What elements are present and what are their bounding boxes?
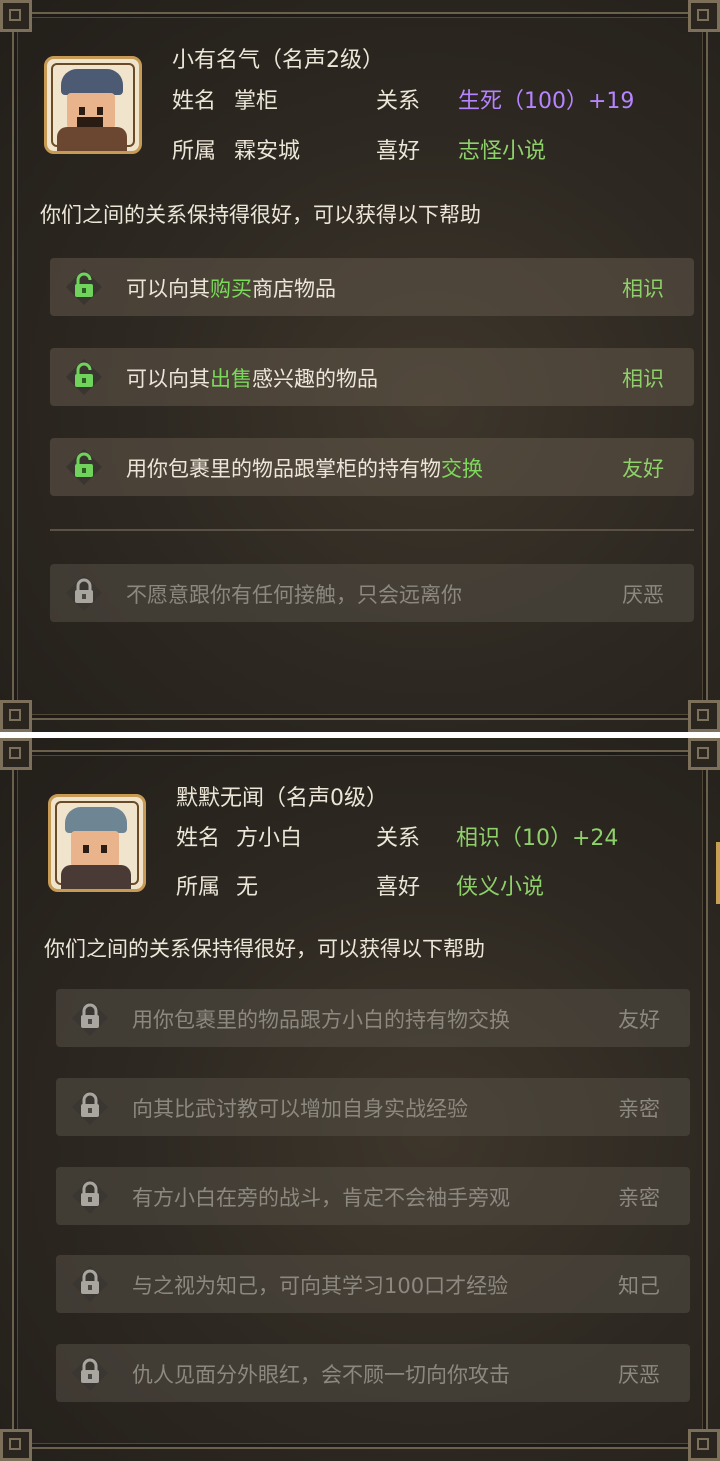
relation-value: 生死（100）+19 <box>458 89 635 114</box>
benefit-text: 可以向其出售感兴趣的物品 <box>126 367 378 391</box>
benefit-level: 相识 <box>622 367 664 391</box>
faction-value: 霖安城 <box>234 139 301 164</box>
benefit-text: 向其比武讨教可以增加自身实战经验 <box>132 1097 468 1121</box>
faction-label: 所属 <box>172 139 217 164</box>
name-value: 掌柜 <box>234 89 279 114</box>
hobby-value: 侠义小说 <box>456 875 545 900</box>
benefit-row-sell[interactable]: 可以向其出售感兴趣的物品 相识 <box>50 348 694 406</box>
relation-label: 关系 <box>376 826 421 851</box>
lock-open-icon <box>66 449 102 485</box>
relation-intro-text: 你们之间的关系保持得很好，可以获得以下帮助 <box>40 203 481 227</box>
npc-relation-panel-shopkeeper: 小有名气（名声2级） 姓名 掌柜 关系 生死（100）+19 所属 霖安城 喜好… <box>0 0 720 732</box>
benefit-text: 用你包裹里的物品跟方小白的持有物交换 <box>132 1008 510 1032</box>
lock-closed-icon <box>66 575 102 611</box>
relation-intro-text: 你们之间的关系保持得很好，可以获得以下帮助 <box>44 937 485 961</box>
benefit-level: 亲密 <box>618 1186 660 1210</box>
benefit-level: 相识 <box>622 277 664 301</box>
lock-closed-icon <box>72 1266 108 1302</box>
npc-portrait-avatar[interactable] <box>44 56 142 154</box>
fame-title: 小有名气（名声2级） <box>172 48 384 73</box>
scrollbar-thumb[interactable] <box>716 842 720 904</box>
relation-label: 关系 <box>376 89 421 114</box>
frame-corner-ornament <box>688 738 720 770</box>
frame-corner-ornament <box>0 738 32 770</box>
benefit-level: 厌恶 <box>622 583 664 607</box>
benefit-row-spar[interactable]: 向其比武讨教可以增加自身实战经验 亲密 <box>56 1078 690 1136</box>
frame-corner-ornament <box>0 1429 32 1461</box>
faction-value: 无 <box>236 875 259 900</box>
hobby-value: 志怪小说 <box>458 139 547 164</box>
benefit-row-hate[interactable]: 不愿意跟你有任何接触，只会远离你 厌恶 <box>50 564 694 622</box>
frame-corner-ornament <box>688 700 720 732</box>
name-label: 姓名 <box>172 89 217 114</box>
lock-closed-icon <box>72 1355 108 1391</box>
name-value: 方小白 <box>236 826 303 851</box>
lock-closed-icon <box>72 1000 108 1036</box>
benefit-row-buy[interactable]: 可以向其购买商店物品 相识 <box>50 258 694 316</box>
frame-corner-ornament <box>688 0 720 32</box>
relation-value: 相识（10）+24 <box>456 826 619 851</box>
lock-open-icon <box>66 269 102 305</box>
lock-closed-icon <box>72 1089 108 1125</box>
frame-corner-ornament <box>688 1429 720 1461</box>
benefit-text: 仇人见面分外眼红，会不顾一切向你攻击 <box>132 1363 510 1387</box>
benefit-level: 知己 <box>618 1274 660 1298</box>
benefit-row-ally[interactable]: 有方小白在旁的战斗，肯定不会袖手旁观 亲密 <box>56 1167 690 1225</box>
lock-open-icon <box>66 359 102 395</box>
npc-relation-panel-fang-xiaobai: 默默无闻（名声0级） 姓名 方小白 关系 相识（10）+24 所属 无 喜好 侠… <box>0 738 720 1461</box>
hobby-label: 喜好 <box>376 875 421 900</box>
name-label: 姓名 <box>176 826 221 851</box>
benefit-row-trade[interactable]: 用你包裹里的物品跟方小白的持有物交换 友好 <box>56 989 690 1047</box>
benefit-level: 厌恶 <box>618 1363 660 1387</box>
lock-closed-icon <box>72 1178 108 1214</box>
npc-portrait-avatar[interactable] <box>48 794 146 892</box>
benefit-text: 用你包裹里的物品跟掌柜的持有物交换 <box>126 457 483 481</box>
frame-corner-ornament <box>0 0 32 32</box>
benefit-text: 不愿意跟你有任何接触，只会远离你 <box>126 583 462 607</box>
frame-corner-ornament <box>0 700 32 732</box>
benefit-level: 友好 <box>618 1008 660 1032</box>
benefit-level: 亲密 <box>618 1097 660 1121</box>
benefit-row-trade[interactable]: 用你包裹里的物品跟掌柜的持有物交换 友好 <box>50 438 694 496</box>
fame-title: 默默无闻（名声0级） <box>176 786 388 811</box>
benefit-text: 可以向其购买商店物品 <box>126 277 336 301</box>
benefit-text: 有方小白在旁的战斗，肯定不会袖手旁观 <box>132 1186 510 1210</box>
section-divider <box>50 529 694 531</box>
benefit-level: 友好 <box>622 457 664 481</box>
hobby-label: 喜好 <box>376 139 421 164</box>
benefit-text: 与之视为知己，可向其学习100口才经验 <box>132 1274 509 1298</box>
faction-label: 所属 <box>176 875 221 900</box>
benefit-row-enemy[interactable]: 仇人见面分外眼红，会不顾一切向你攻击 厌恶 <box>56 1344 690 1402</box>
benefit-row-learn[interactable]: 与之视为知己，可向其学习100口才经验 知己 <box>56 1255 690 1313</box>
